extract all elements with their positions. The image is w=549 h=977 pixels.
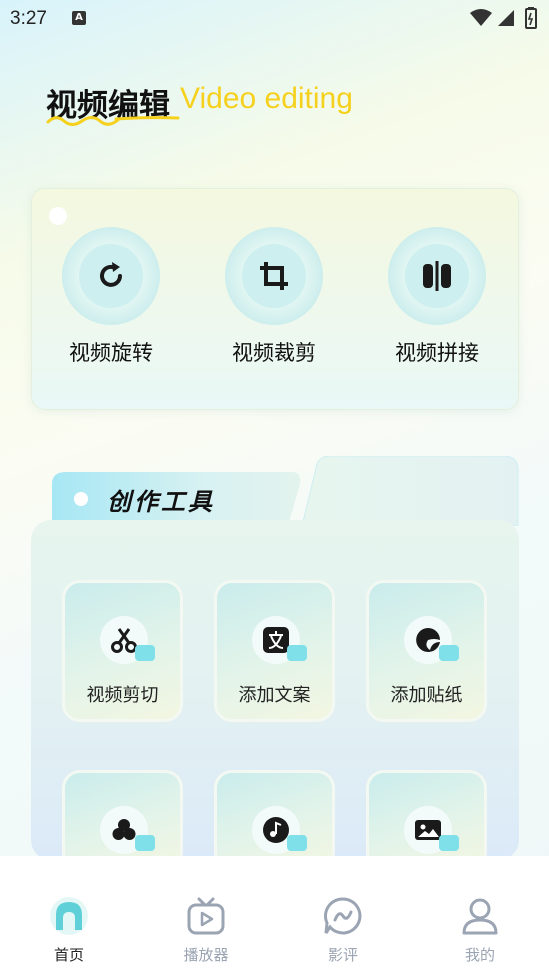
feature-label: 视频拼接 [395,341,479,365]
home-icon [50,897,88,935]
rotate-icon [79,244,143,308]
crop-icon [242,244,306,308]
nav-label: 我的 [464,946,495,964]
nav-player[interactable]: 播放器 [166,896,246,965]
feature-crop[interactable]: 视频裁剪 [209,227,339,367]
video-badge-icon [439,835,459,851]
feature-merge[interactable]: 视频拼接 [372,227,502,367]
nav-label: 播放器 [183,946,229,964]
video-badge-icon [135,835,155,851]
nav-profile[interactable]: 我的 [440,896,520,965]
notification-icon: A [72,11,86,25]
nav-label: 首页 [53,946,84,964]
tool-label: 添加贴纸 [390,685,463,706]
status-time: 3:27 [10,8,47,29]
profile-icon [462,898,498,935]
wifi-icon [470,9,492,26]
nav-review[interactable]: 影评 [303,896,383,965]
underline-squiggle [46,116,180,126]
tool-filter[interactable] [62,770,183,870]
video-badge-icon [287,835,307,851]
tools-title: 创作工具 [107,488,215,516]
feature-label: 视频裁剪 [232,341,316,365]
battery-icon [525,7,537,29]
tool-label: 视频剪切 [86,685,159,706]
tool-add-sticker[interactable]: 添加贴纸 [366,580,487,722]
tool-music[interactable] [214,770,335,870]
page-subtitle: Video editing [180,82,353,115]
card-dot [49,207,67,225]
tool-label: 添加文案 [238,685,311,706]
nav-home[interactable]: 首页 [29,896,109,965]
tool-video-cut[interactable]: 视频剪切 [62,580,183,722]
bottom-nav: 首页 播放器 影评 我的 [0,856,549,977]
video-badge-icon [135,645,155,661]
video-badge-icon [287,645,307,661]
feature-card: 视频旋转 视频裁剪 视频拼接 [31,188,519,410]
status-bar: 3:27 A [0,0,549,38]
feature-rotate[interactable]: 视频旋转 [46,227,176,367]
tool-image[interactable] [366,770,487,870]
player-icon [187,897,225,935]
tool-add-text[interactable]: 添加文案 [214,580,335,722]
tools-dot [74,492,88,506]
video-badge-icon [439,645,459,661]
feature-label: 视频旋转 [69,341,153,365]
review-icon [324,897,362,935]
signal-icon [498,10,514,26]
merge-icon [405,244,469,308]
nav-label: 影评 [327,946,358,964]
